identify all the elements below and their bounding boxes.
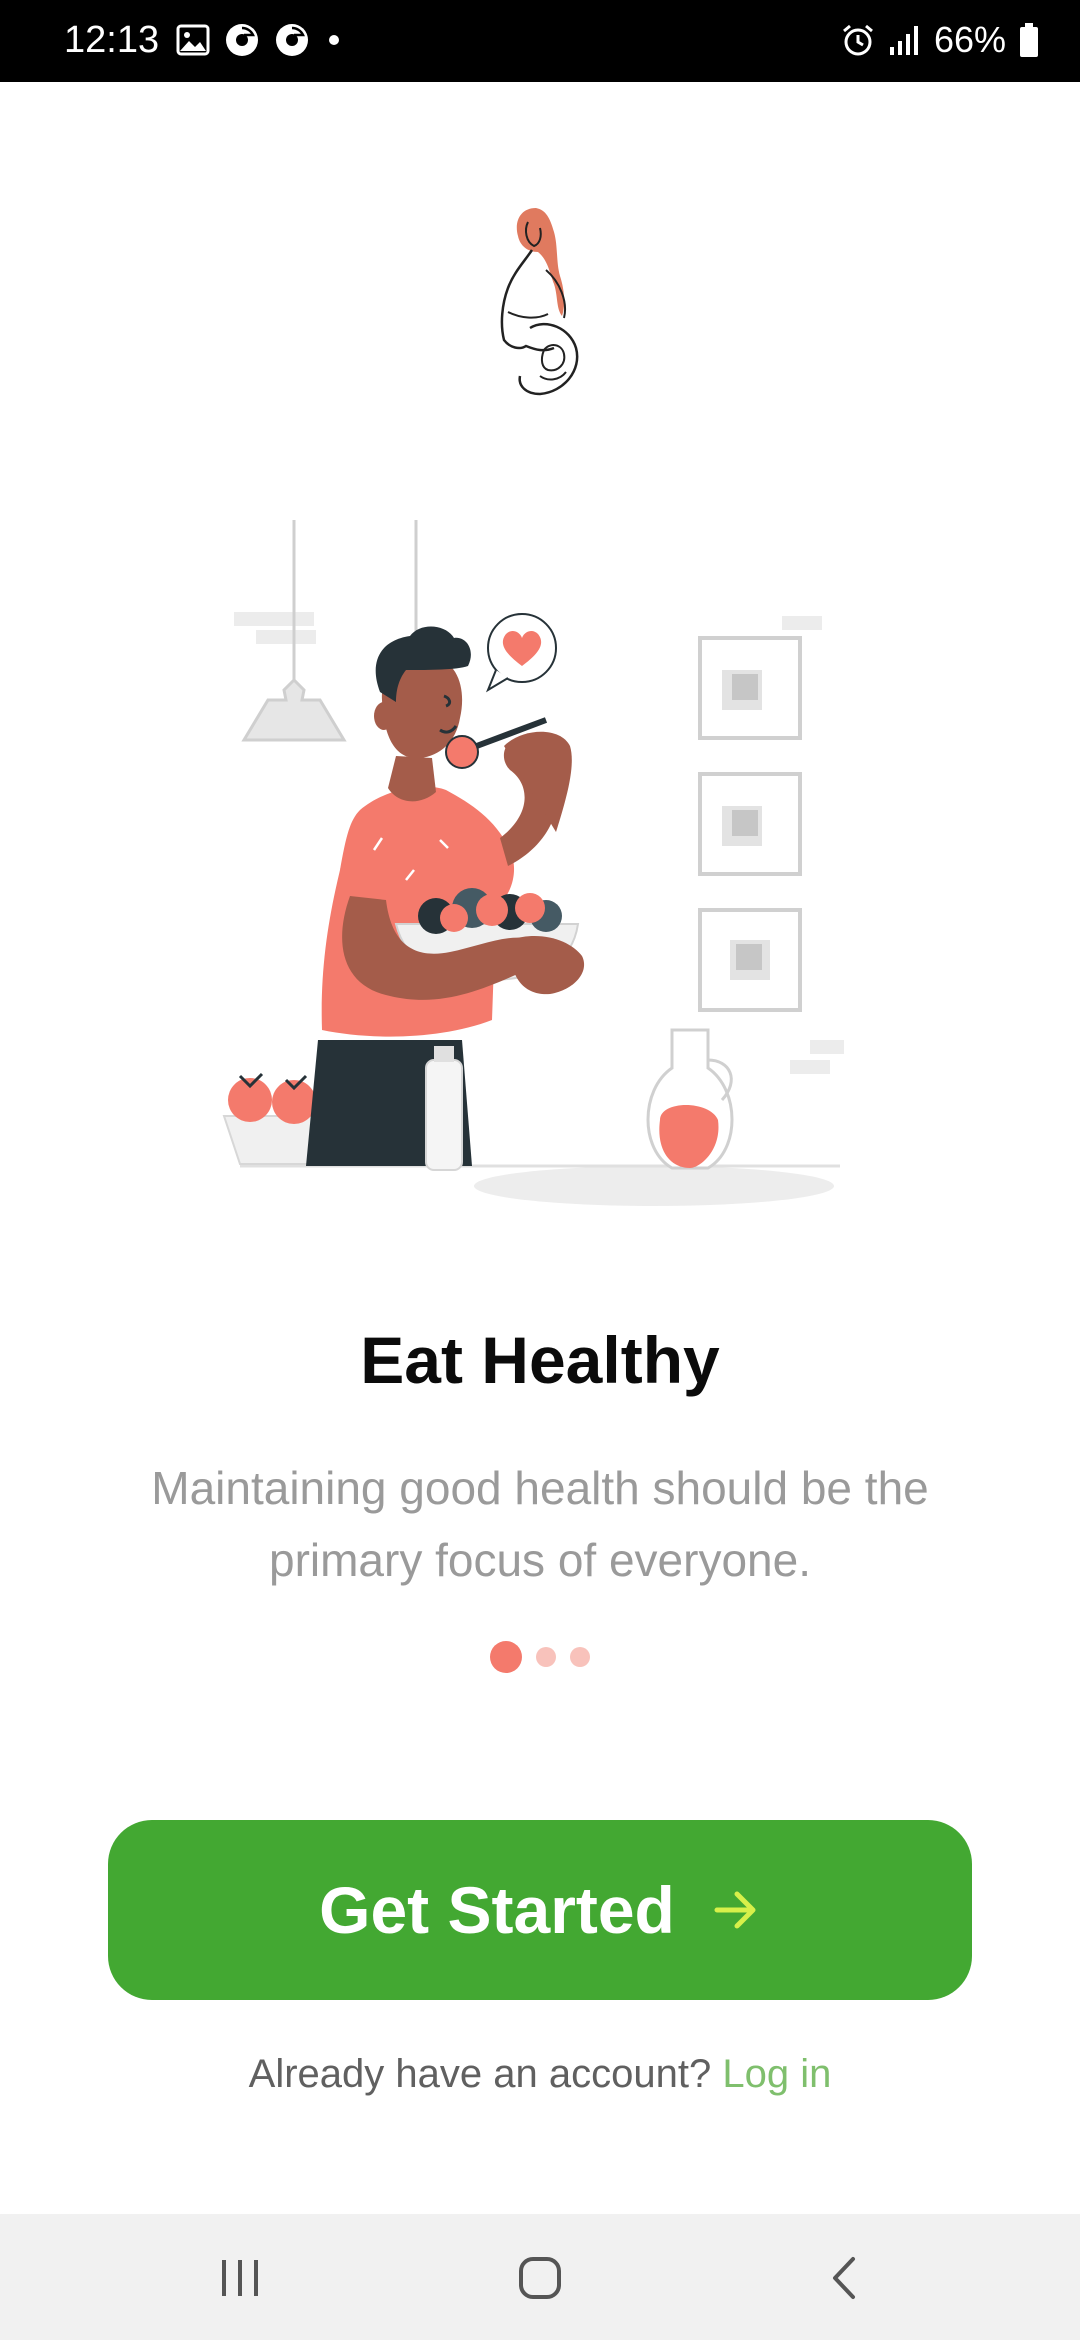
page-dot-active[interactable] <box>490 1641 522 1673</box>
page-dot[interactable] <box>536 1647 556 1667</box>
back-button[interactable] <box>812 2246 876 2310</box>
signal-icon <box>889 26 918 55</box>
onboarding-title: Eat Healthy <box>360 1323 720 1397</box>
arrow-right-icon <box>714 1891 756 1929</box>
login-link[interactable]: Log in <box>722 2052 831 2096</box>
home-icon <box>519 2257 561 2299</box>
chrome-icon <box>226 24 258 56</box>
chrome-icon <box>276 24 308 56</box>
get-started-button[interactable]: Get Started <box>108 1820 972 2000</box>
status-right: 66% <box>840 16 1040 64</box>
battery-percent: 66% <box>933 19 1006 60</box>
back-icon <box>833 2257 855 2299</box>
get-started-label: Get Started <box>319 1873 675 1947</box>
notification-icons <box>176 18 344 62</box>
home-button[interactable] <box>508 2246 572 2310</box>
page-indicator <box>0 1640 1080 1674</box>
alarm-icon <box>842 24 873 56</box>
recent-apps-icon <box>222 2260 258 2296</box>
gallery-icon <box>176 24 210 56</box>
dot-icon <box>329 35 339 45</box>
login-row: Already have an account? Log in <box>0 2046 1080 2102</box>
status-time: 12:13 <box>64 19 160 61</box>
system-nav-bar <box>0 2214 1080 2340</box>
page-dot[interactable] <box>570 1647 590 1667</box>
login-prompt: Already have an account? <box>248 2052 712 2096</box>
status-bar: 12:13 66% <box>0 0 1080 82</box>
eat-healthy-illustration <box>222 520 844 1206</box>
recent-apps-button[interactable] <box>208 2246 272 2310</box>
app-logo <box>500 208 579 396</box>
onboarding-subtitle: Maintaining good health should be the pr… <box>151 1462 929 1586</box>
battery-icon <box>1020 23 1038 57</box>
